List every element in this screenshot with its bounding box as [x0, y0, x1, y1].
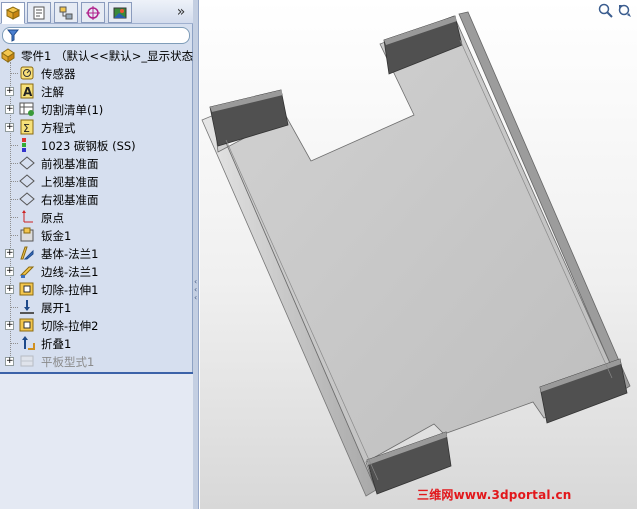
tree-item-label: 切割清单(1) — [41, 103, 104, 117]
tree-item[interactable]: + Σ 方程式 — [0, 118, 192, 136]
display-manager-icon — [113, 7, 127, 18]
tree-item[interactable]: + 切除-拉伸1 — [0, 280, 192, 298]
panel-tab-bar: » — [0, 0, 193, 24]
tree-item[interactable]: + 切割清单(1) — [0, 100, 192, 118]
tree-connector — [10, 307, 18, 308]
tree-item[interactable]: 钣金1 — [0, 226, 192, 244]
expand-toggle[interactable]: + — [5, 285, 14, 294]
tab-feature-manager[interactable] — [1, 2, 25, 24]
tree-item-label: 前视基准面 — [41, 157, 99, 171]
tree-root-item[interactable]: 零件1 （默认<<默认>_显示状态 — [0, 46, 194, 64]
graphics-viewport[interactable]: 三维网www.3dportal.cn — [200, 0, 637, 509]
tree-connector — [10, 163, 18, 164]
cut-extrude-icon — [19, 282, 34, 296]
cut-list-icon — [19, 102, 34, 116]
tree-item[interactable]: 原点 — [0, 208, 192, 226]
tree-connector — [10, 343, 18, 344]
tree-item-label: 钣金1 — [41, 229, 72, 243]
tab-dim-xpert-manager[interactable] — [81, 2, 105, 23]
cut-extrude-icon — [19, 318, 34, 332]
material-icon — [22, 138, 26, 152]
plane-icon — [19, 192, 35, 206]
tree-item-label: 平板型式1 — [41, 355, 95, 369]
tree-item-label: 传感器 — [41, 67, 76, 81]
tab-property-manager[interactable] — [27, 2, 51, 23]
plane-icon — [19, 156, 35, 170]
expand-toggle[interactable]: + — [5, 267, 14, 276]
unfold-icon — [20, 300, 34, 314]
tree-item-label: 上视基准面 — [41, 175, 99, 189]
property-manager-icon — [33, 6, 45, 19]
tree-item-label: 折叠1 — [41, 337, 72, 351]
site-watermark: 三维网www.3dportal.cn — [417, 488, 572, 502]
base-flange-icon — [20, 246, 34, 260]
zoom-icon[interactable] — [598, 3, 614, 19]
tree-item-label: 切除-拉伸2 — [41, 319, 99, 333]
tree-item[interactable]: 上视基准面 — [0, 172, 192, 190]
expand-toggle[interactable]: + — [5, 87, 14, 96]
tab-expand-button[interactable]: » — [173, 3, 189, 21]
panel-empty-area — [0, 374, 193, 509]
edge-flange-icon — [19, 266, 35, 278]
tree-item-label: 展开1 — [41, 301, 72, 315]
tree-item[interactable]: 展开1 — [0, 298, 192, 316]
tree-item[interactable]: + 基体-法兰1 — [0, 244, 192, 262]
plane-icon — [19, 174, 35, 188]
tree-connector — [10, 217, 18, 218]
tree-item-label: 基体-法兰1 — [41, 247, 99, 261]
expand-toggle[interactable]: + — [5, 321, 14, 330]
expand-toggle[interactable]: + — [5, 357, 14, 366]
tree-connector — [10, 235, 18, 236]
feature-manager-icon — [5, 6, 21, 20]
panel-splitter[interactable] — [193, 0, 199, 509]
tree-item-label: 注解 — [41, 85, 64, 99]
tree-item[interactable]: 右视基准面 — [0, 190, 192, 208]
feature-tree: 零件1 （默认<<默认>_显示状态传感器 + A 注解 + 切割清单(1) + Σ 方程式 102… — [0, 46, 193, 372]
annotation-icon: A — [20, 83, 34, 99]
tree-item[interactable]: + 平板型式1 — [0, 352, 192, 370]
tree-item[interactable]: 传感器 — [0, 64, 192, 82]
tab-configuration-manager[interactable] — [54, 2, 78, 23]
fold-icon — [22, 336, 35, 350]
sensor-icon — [20, 66, 34, 80]
tree-connector — [10, 73, 18, 74]
expand-toggle[interactable]: + — [5, 105, 14, 114]
base-plate — [213, 15, 623, 491]
equations-icon: Σ — [20, 119, 34, 135]
viewport-toolbar — [598, 3, 633, 19]
svg-text:Σ: Σ — [23, 122, 30, 135]
view-orientation-icon[interactable] — [617, 3, 633, 19]
tree-item[interactable]: 折叠1 — [0, 334, 192, 352]
tree-item-label: 边线-法兰1 — [41, 265, 99, 279]
tree-item[interactable]: + 切除-拉伸2 — [0, 316, 192, 334]
tab-display-manager[interactable] — [108, 2, 132, 23]
feature-manager-panel: » 零件1 （默认<<默认>_显示状态传感器 + A 注解 + 切割清单(1) + Σ 方程式 1… — [0, 0, 193, 509]
tree-item-label: 原点 — [41, 211, 64, 225]
part-icon — [1, 48, 15, 63]
configuration-manager-icon — [59, 6, 73, 19]
tree-connector — [10, 181, 18, 182]
expand-toggle[interactable]: + — [5, 249, 14, 258]
tree-item-label: 1023 碳钢板 (SS) — [41, 139, 136, 153]
tree-item[interactable]: 前视基准面 — [0, 154, 192, 172]
tree-item[interactable]: + 边线-法兰1 — [0, 262, 192, 280]
tree-connector — [10, 199, 18, 200]
origin-icon — [22, 210, 33, 223]
filter-funnel-icon — [7, 29, 19, 42]
collapse-panel-grip-icon[interactable]: ‹ ‹ ‹ — [194, 278, 199, 304]
tree-item-label: 零件1 （默认<<默认>_显示状态 — [21, 49, 194, 63]
tree-item[interactable]: 1023 碳钢板 (SS) — [0, 136, 192, 154]
flat-pattern-icon — [20, 355, 34, 367]
dimxpert-icon — [86, 5, 100, 20]
feature-filter-input[interactable] — [2, 27, 190, 44]
svg-text:A: A — [23, 85, 33, 99]
tree-connector — [10, 145, 18, 146]
tree-item[interactable]: + A 注解 — [0, 82, 192, 100]
tree-item-label: 右视基准面 — [41, 193, 99, 207]
tree-item-label: 切除-拉伸1 — [41, 283, 99, 297]
sheet-metal-icon — [20, 227, 34, 242]
tree-item-label: 方程式 — [41, 121, 76, 135]
expand-toggle[interactable]: + — [5, 123, 14, 132]
sheet-metal-part-model[interactable] — [200, 0, 637, 509]
